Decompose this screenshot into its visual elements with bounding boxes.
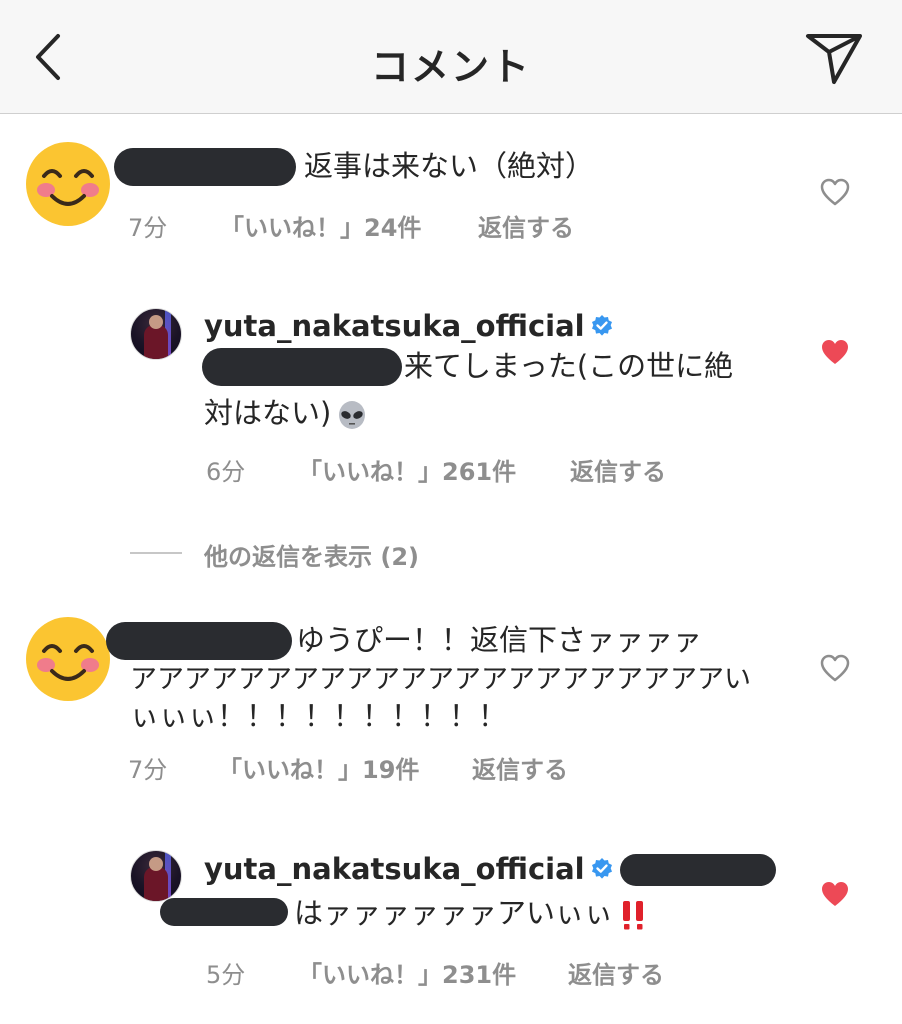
comments-header: コメント: [0, 0, 902, 114]
user-avatar[interactable]: [130, 850, 182, 902]
heart-filled-icon[interactable]: [820, 338, 850, 366]
comment-time: 7分: [128, 756, 168, 784]
reply-text-line1: 来てしまった(この世に絶: [404, 349, 734, 383]
reply-text-line2-wrap: 対はない): [204, 393, 367, 433]
likes-count[interactable]: 「いいね！」24件: [220, 208, 421, 243]
reply-button[interactable]: 返信する: [568, 955, 664, 990]
view-more-label[interactable]: 他の返信を表示 (2): [204, 537, 419, 572]
reply-button[interactable]: 返信する: [570, 452, 666, 487]
reply-text-line1: はァァァァァァアいぃぃ: [294, 896, 614, 930]
username[interactable]: yuta_nakatsuka_official: [204, 852, 585, 886]
redacted-mention: [620, 854, 776, 886]
likes-count[interactable]: 「いいね！」19件: [218, 750, 419, 785]
comment-time: 5分: [206, 961, 246, 989]
verified-badge-icon: [592, 315, 612, 336]
reply-text-line1-wrap: はァァァァァァアいぃぃ: [294, 893, 649, 933]
comment-text-line1: ゆうぴー！！返信下さァァァァ: [296, 623, 703, 657]
double-exclamation-icon: [623, 901, 644, 930]
comment-text-line3: ぃぃぃ！！！！！！！！！！: [130, 699, 508, 733]
redacted-mention: [202, 348, 402, 386]
heart-filled-icon[interactable]: [820, 880, 850, 908]
comment-time: 6分: [206, 458, 246, 486]
reply-text-line2: 対はない): [204, 396, 332, 430]
username[interactable]: yuta_nakatsuka_official: [204, 309, 585, 343]
send-icon[interactable]: [804, 30, 864, 86]
smile-avatar-icon[interactable]: [26, 617, 110, 701]
user-avatar[interactable]: [130, 308, 182, 360]
heart-outline-icon[interactable]: [820, 178, 850, 206]
divider-line: [130, 552, 182, 554]
alien-emoji-icon: [339, 401, 366, 429]
comment-text: 返事は来ない（絶対）: [304, 149, 595, 183]
verified-badge-icon: [592, 858, 612, 879]
redacted-username: [114, 148, 296, 186]
comment-text-line2: アアアアアアアアアアアアアアアアアアアアアアい: [130, 664, 751, 695]
likes-count[interactable]: 「いいね！」261件: [298, 452, 516, 487]
likes-count[interactable]: 「いいね！」231件: [298, 955, 516, 990]
heart-outline-icon[interactable]: [820, 654, 850, 682]
smile-avatar-icon[interactable]: [26, 142, 110, 226]
redacted-mention-cont: [160, 898, 288, 926]
reply-button[interactable]: 返信する: [478, 208, 574, 243]
reply-button[interactable]: 返信する: [472, 750, 568, 785]
redacted-username: [106, 622, 292, 660]
page-title: コメント: [370, 45, 531, 89]
comment-time: 7分: [128, 214, 168, 242]
